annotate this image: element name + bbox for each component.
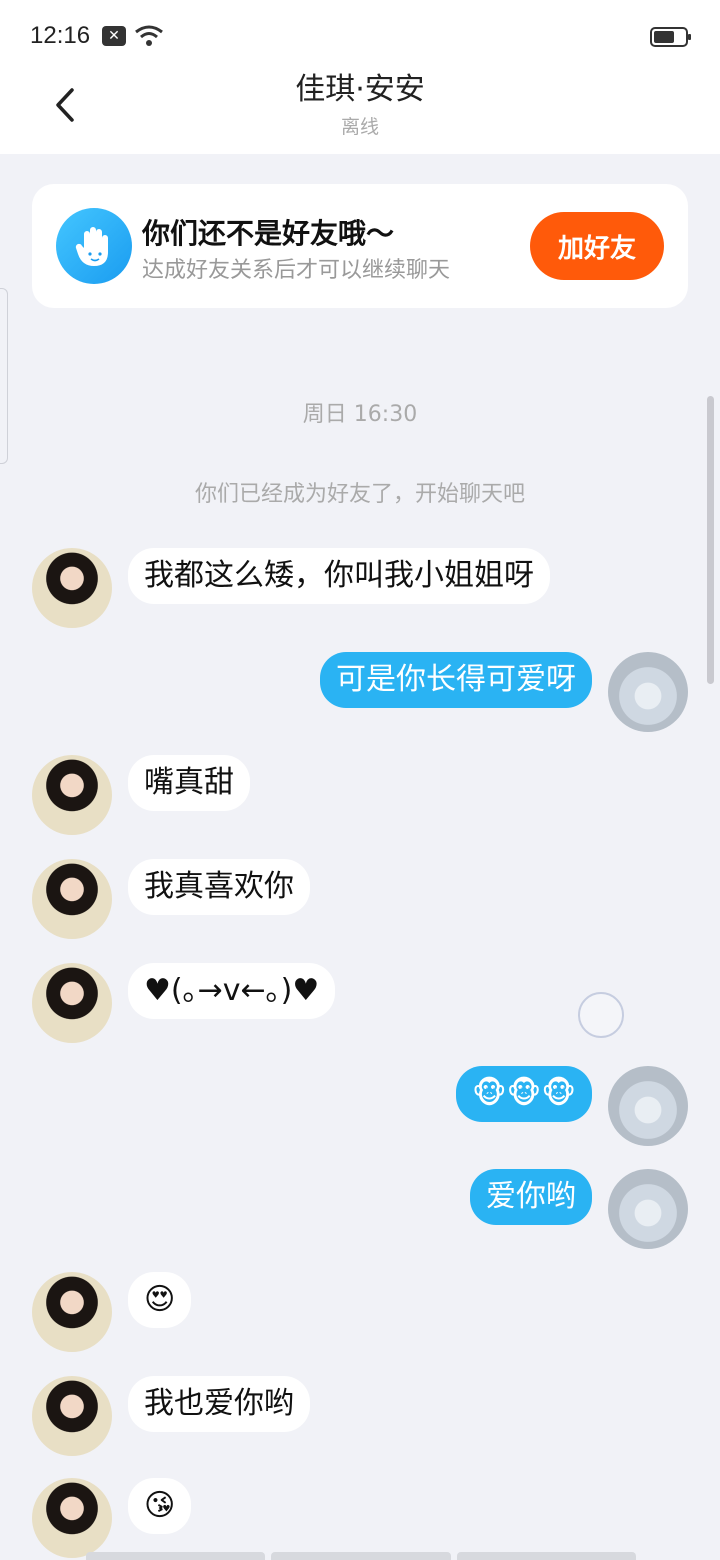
chat-header: 佳琪·安安 离线 [0,72,720,154]
friend-card-title: 你们还不是好友哦～ [142,217,395,250]
my-avatar[interactable] [608,652,688,732]
toolbar-tab[interactable] [456,1552,636,1560]
bottom-toolbar-peek [86,1552,636,1560]
message-bubble-received[interactable]: 我都这么矮，你叫我小姐姐呀 [128,548,550,604]
add-friend-button[interactable]: 加好友 [530,212,664,280]
friend-request-card: 你们还不是好友哦～ 达成好友关系后才可以继续聊天 加好友 [32,184,688,308]
message-bubble-received[interactable]: ♥(｡→v←｡)♥ [128,963,336,1019]
message-bubble-sent[interactable]: 爱你哟 [470,1169,592,1225]
battery-icon [650,27,691,47]
contact-avatar[interactable] [32,548,112,628]
system-notice: 你们已经成为好友了，开始聊天吧 [194,482,525,507]
friend-card-subtitle: 达成好友关系后才可以继续聊天 [142,258,451,283]
contact-avatar[interactable] [32,1272,112,1352]
contact-status: 离线 [340,116,379,138]
contact-avatar[interactable] [32,963,112,1043]
my-avatar[interactable] [608,1066,688,1146]
message-bubble-received[interactable]: 嘴真甜 [128,755,250,811]
message-bubble-received[interactable]: 😘 [128,1478,192,1534]
floating-assistive-button[interactable] [578,992,624,1038]
hand-wave-icon [56,208,132,284]
message-bubble-sent[interactable]: 🐵🐵🐵 [455,1066,592,1122]
contact-avatar[interactable] [32,1376,112,1456]
message-bubble-received[interactable]: 我真喜欢你 [128,859,310,915]
wifi-icon [135,25,163,46]
contact-name: 佳琪·安安 [295,72,425,107]
contact-avatar[interactable] [32,859,112,939]
side-drawer-handle[interactable] [0,288,8,464]
status-time: 12:16 [30,22,91,49]
toolbar-tab[interactable] [86,1552,266,1560]
message-bubble-received[interactable]: 我也爱你哟 [128,1376,310,1432]
chat-timestamp: 周日 16:30 [302,402,418,427]
scrollbar[interactable] [707,396,714,684]
my-avatar[interactable] [608,1169,688,1249]
contact-avatar[interactable] [32,1478,112,1558]
contact-avatar[interactable] [32,755,112,835]
message-bubble-received[interactable]: 😍 [128,1272,192,1328]
notification-icon: ✕ [102,26,126,46]
toolbar-tab[interactable] [271,1552,451,1560]
status-bar: 12:16 ✕ [0,0,720,72]
message-bubble-sent[interactable]: 可是你长得可爱呀 [320,652,592,708]
